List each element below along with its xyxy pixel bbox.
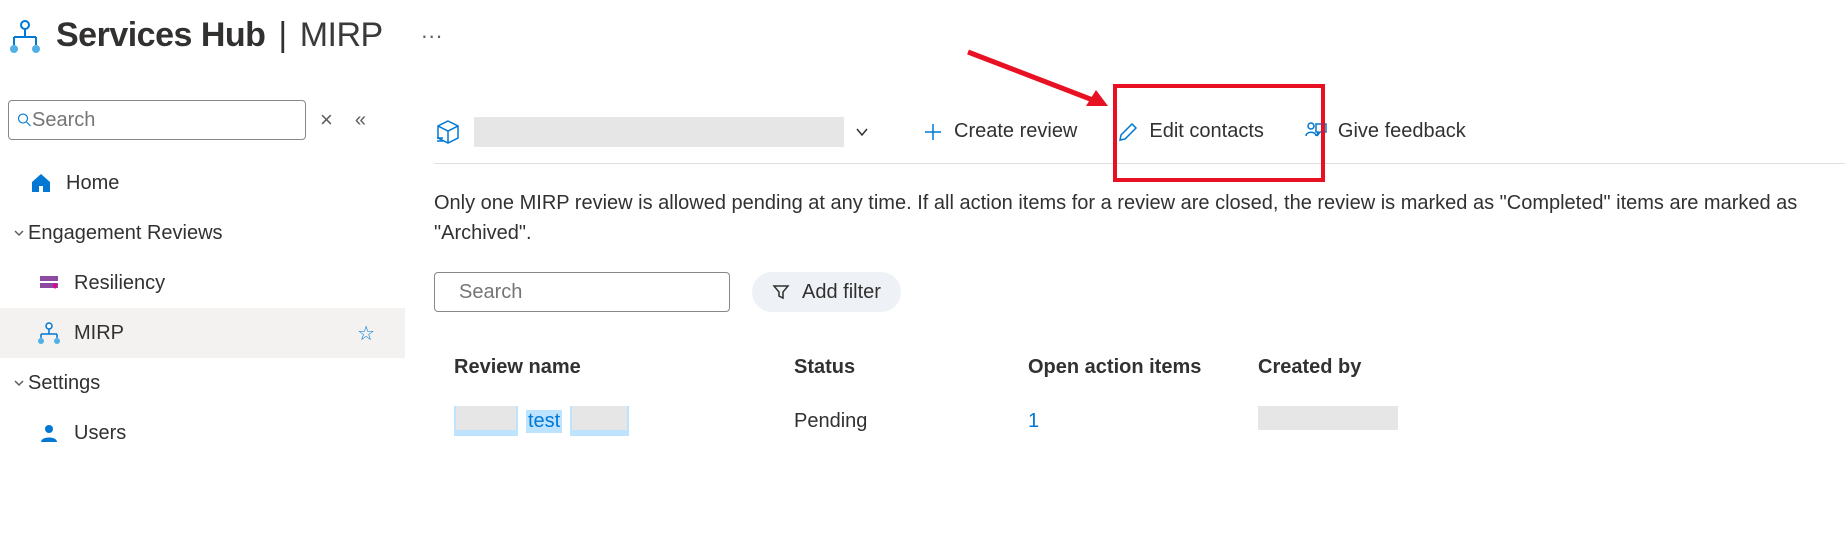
table-header-row: Review name Status Open action items Cre…	[434, 340, 1845, 394]
sidebar-item-label: Engagement Reviews	[28, 222, 405, 245]
cell-created-by	[1258, 406, 1845, 436]
col-header-review-name[interactable]: Review name	[434, 356, 794, 379]
redacted-text	[1258, 406, 1398, 430]
table-row[interactable]: test Pending 1	[434, 394, 1845, 448]
sidebar-item-resiliency[interactable]: Resiliency	[0, 258, 405, 308]
clear-search-button[interactable]: ×	[320, 107, 333, 133]
pencil-icon	[1117, 121, 1139, 143]
sidebar-item-label: Resiliency	[74, 272, 405, 295]
services-hub-logo-icon	[8, 19, 42, 53]
sidebar-item-settings[interactable]: Settings	[0, 358, 405, 408]
col-header-created-by[interactable]: Created by	[1258, 356, 1845, 379]
sidebar-nav: Home Engagement Reviews Resiliency	[0, 158, 405, 458]
content-search-box[interactable]	[434, 272, 730, 312]
toolbar-label: Edit contacts	[1149, 120, 1264, 143]
cell-review-name[interactable]: test	[434, 406, 794, 436]
col-header-status[interactable]: Status	[794, 356, 1028, 379]
give-feedback-button[interactable]: Give feedback	[1286, 100, 1484, 164]
home-icon	[28, 170, 54, 196]
page-title: Services Hub | MIRP	[56, 16, 383, 55]
sidebar-search-input[interactable]	[32, 109, 297, 132]
sidebar-item-users[interactable]: Users	[0, 408, 405, 458]
sidebar-item-mirp[interactable]: MIRP ☆	[0, 308, 405, 358]
main-toolbar: Create review Edit contacts Give feedbac…	[434, 100, 1845, 164]
sidebar-item-label: MIRP	[74, 322, 405, 345]
sidebar-item-label: Settings	[28, 372, 405, 395]
add-filter-button[interactable]: Add filter	[752, 272, 901, 312]
main-content: Create review Edit contacts Give feedbac…	[434, 100, 1845, 448]
search-icon	[17, 110, 32, 130]
create-review-button[interactable]: Create review	[904, 100, 1095, 164]
redacted-text	[456, 406, 516, 430]
more-menu-button[interactable]: ···	[413, 23, 451, 49]
col-header-open-action-items[interactable]: Open action items	[1028, 356, 1258, 379]
toolbar-label: Create review	[954, 120, 1077, 143]
filter-label: Add filter	[802, 281, 881, 304]
workspace-dropdown[interactable]	[474, 117, 892, 147]
content-toolbar: Add filter	[434, 272, 1845, 312]
reviews-table: Review name Status Open action items Cre…	[434, 340, 1845, 448]
title-sub: MIRP	[300, 16, 383, 54]
feedback-icon	[1304, 121, 1328, 143]
redacted-workspace-name	[474, 117, 844, 147]
chevron-down-icon	[10, 227, 28, 239]
cell-open-action-items[interactable]: 1	[1028, 410, 1258, 433]
favorite-star-icon[interactable]: ☆	[357, 321, 375, 346]
toolbar-label: Give feedback	[1338, 120, 1466, 143]
sidebar-item-label: Home	[66, 172, 405, 195]
content-search-input[interactable]	[459, 281, 724, 304]
package-icon	[434, 118, 462, 146]
redacted-text	[572, 406, 627, 430]
page-header: Services Hub | MIRP ···	[0, 0, 1845, 65]
plus-icon	[922, 121, 944, 143]
sidebar-item-engagement-reviews[interactable]: Engagement Reviews	[0, 208, 405, 258]
sidebar-search-box[interactable]	[8, 100, 306, 140]
sidebar-item-home[interactable]: Home	[0, 158, 405, 208]
edit-contacts-button[interactable]: Edit contacts	[1099, 100, 1282, 164]
mirp-icon	[36, 320, 62, 346]
filter-icon	[772, 283, 790, 301]
cell-status: Pending	[794, 410, 1028, 433]
description-text: Only one MIRP review is allowed pending …	[434, 188, 1845, 248]
chevron-down-icon	[854, 124, 870, 140]
review-name-link[interactable]: test	[526, 410, 562, 433]
title-separator: |	[278, 16, 286, 54]
sidebar-item-label: Users	[74, 422, 405, 445]
collapse-sidebar-button[interactable]: «	[355, 109, 366, 132]
sidebar: × « Home Engagement Reviews	[0, 100, 405, 458]
users-icon	[36, 420, 62, 446]
chevron-down-icon	[10, 377, 28, 389]
title-main: Services Hub	[56, 16, 265, 54]
resiliency-icon	[36, 270, 62, 296]
